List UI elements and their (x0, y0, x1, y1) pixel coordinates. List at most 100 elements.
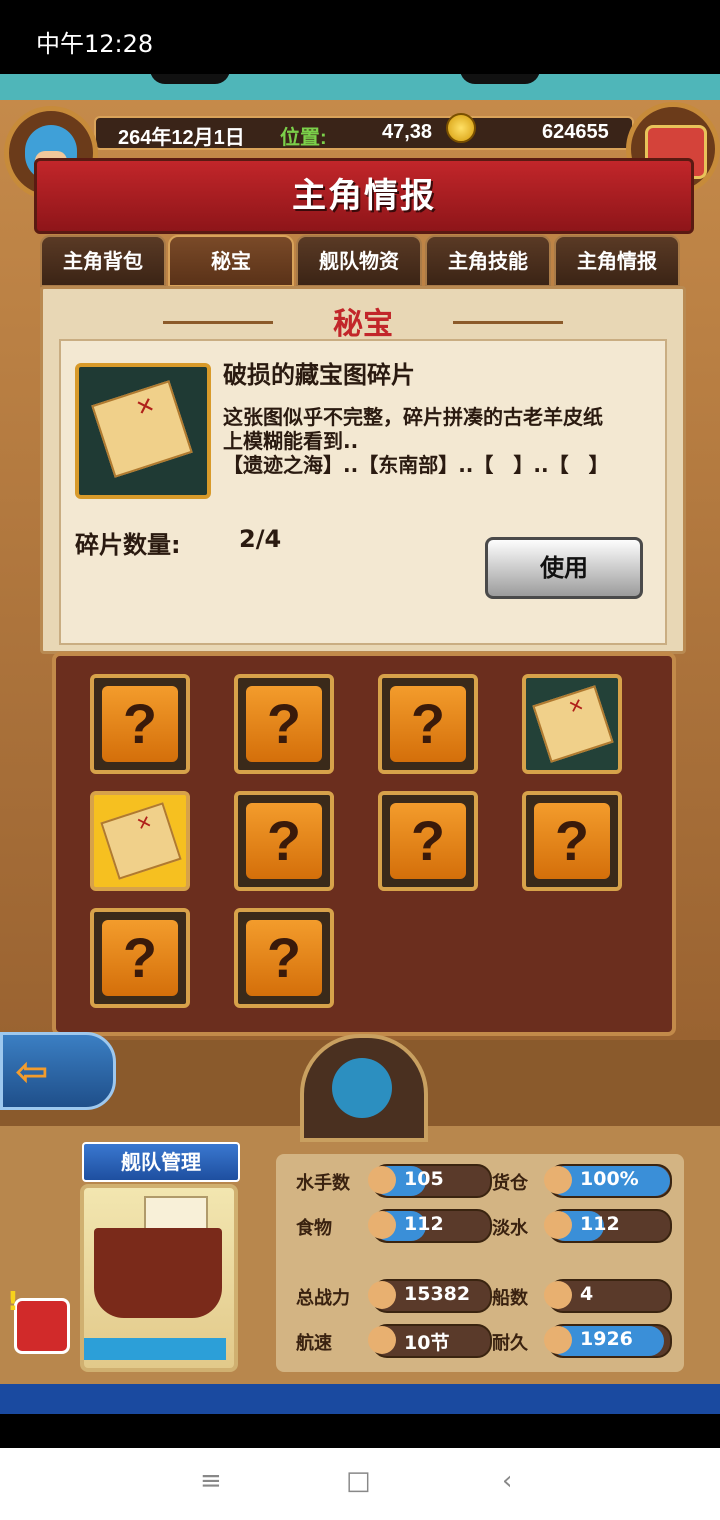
stat-bar: 1926 (544, 1324, 672, 1358)
speed-icon (368, 1326, 396, 1354)
stat-bar: 105 (368, 1164, 492, 1198)
stat-label: 货仓 (492, 1173, 528, 1194)
gold-coin-icon (446, 113, 476, 143)
exclamation-icon: ! (7, 1287, 19, 1317)
question-mark-icon: ? (390, 686, 466, 762)
stat-bar: 112 (368, 1209, 492, 1243)
panel-title: 秘宝 (333, 307, 393, 342)
position-label: 位置: (280, 127, 327, 149)
crossed-swords-icon (368, 1281, 396, 1309)
description-line: 【遗迹之海】..【东南部】..【 】..【 】 (223, 453, 609, 477)
map-fragment-icon: ✕ (75, 363, 211, 499)
back-nav-icon[interactable]: ‹ (502, 1466, 512, 1496)
stat-value: 4 (580, 1283, 594, 1305)
stat-label: 船数 (492, 1288, 528, 1309)
home-icon[interactable]: □ (346, 1466, 371, 1496)
fleet-ship-image[interactable] (80, 1184, 238, 1372)
question-mark-icon: ? (534, 803, 610, 879)
page-title-banner: 主角情报 (34, 158, 694, 234)
fragment-grid: ??? ✕ ✕????? (52, 652, 676, 1036)
stat-value: 15382 (404, 1283, 471, 1305)
info-bar: 264年12月1日 位置: 47,38 624655 (94, 116, 634, 150)
fragment-slot[interactable]: ? (90, 908, 190, 1008)
fragment-count-value: 2/4 (239, 525, 282, 553)
game-screen: 264年12月1日 位置: 47,38 624655 主角情报 主角背包 秘宝 … (0, 74, 720, 1448)
sailor-icon (368, 1166, 396, 1194)
stat-value: 112 (580, 1213, 620, 1235)
use-button[interactable]: 使用 (485, 537, 643, 599)
ship-count-icon (544, 1281, 572, 1309)
stat-bar: 15382 (368, 1279, 492, 1313)
item-detail: ✕ 破损的藏宝图碎片 这张图似乎不完整，碎片拼凑的古老羊皮纸 上模糊能看到.. … (59, 339, 667, 645)
question-mark-icon: ? (102, 920, 178, 996)
map-paper: ✕ (91, 380, 193, 478)
durability-icon (544, 1326, 572, 1354)
stat-bar: 112 (544, 1209, 672, 1243)
stat-value: 100% (580, 1168, 639, 1190)
tab-info[interactable]: 主角情报 (554, 235, 680, 287)
stat-label: 耐久 (492, 1333, 528, 1354)
tab-skills[interactable]: 主角技能 (425, 235, 551, 287)
status-bar: 中午12:28 (0, 0, 720, 74)
ship-helm-button[interactable] (300, 1034, 428, 1142)
tab-treasure[interactable]: 秘宝 (168, 235, 294, 287)
fragment-slot[interactable]: ? (90, 674, 190, 774)
item-description: 这张图似乎不完整，碎片拼凑的古老羊皮纸 上模糊能看到.. 【遗迹之海】..【东南… (223, 405, 653, 477)
quest-alert-button[interactable]: ! (7, 1287, 70, 1354)
stat-label: 航速 (296, 1333, 332, 1354)
stat-value: 105 (404, 1168, 444, 1190)
back-button[interactable]: ⇦ (0, 1032, 116, 1110)
stat-value: 10节 (404, 1332, 450, 1354)
treasure-panel: 秘宝 ✕ 破损的藏宝图碎片 这张图似乎不完整，碎片拼凑的古老羊皮纸 上模糊能看到… (40, 286, 686, 654)
fragment-slot[interactable]: ? (234, 674, 334, 774)
question-mark-icon: ? (102, 686, 178, 762)
ship-icon (332, 1058, 392, 1118)
fleet-management-banner[interactable]: 舰队管理 (82, 1142, 240, 1182)
map-fragment-icon: ✕ (100, 802, 182, 880)
sea-strip (0, 1384, 720, 1414)
question-mark-icon: ? (390, 803, 466, 879)
stat-value: 112 (404, 1213, 444, 1235)
description-line: 上模糊能看到.. (223, 429, 359, 453)
fragment-slot[interactable]: ? (378, 791, 478, 891)
stat-label: 食物 (296, 1218, 332, 1239)
fragment-slot[interactable]: ? (234, 908, 334, 1008)
fragment-slot[interactable]: ? (234, 791, 334, 891)
stat-label: 总战力 (296, 1288, 350, 1309)
game-date: 264年12月1日 (118, 127, 245, 149)
question-mark-icon: ? (246, 920, 322, 996)
fragment-slot[interactable]: ✕ (90, 791, 190, 891)
item-name: 破损的藏宝图碎片 (223, 361, 415, 389)
decor-blob (150, 74, 230, 84)
cargo-icon (544, 1166, 572, 1194)
map-x-mark: ✕ (565, 694, 587, 719)
fragment-slot[interactable]: ? (522, 791, 622, 891)
question-mark-icon: ? (246, 686, 322, 762)
fragment-slot[interactable]: ? (378, 674, 478, 774)
tab-backpack[interactable]: 主角背包 (40, 235, 166, 287)
page-title: 主角情报 (292, 176, 436, 216)
fragment-slot[interactable]: ✕ (522, 674, 622, 774)
map-fragment-icon: ✕ (532, 685, 614, 763)
fleet-stats: 水手数 105 货仓 100% 食物 112 淡水 112 总战力 15382 船数 4 航速 10节 耐久… (276, 1154, 684, 1372)
back-arrow-icon: ⇦ (15, 1049, 49, 1095)
gold-amount: 624655 (542, 121, 609, 143)
description-line: 这张图似乎不完整，碎片拼凑的古老羊皮纸 (223, 405, 603, 429)
water-icon (544, 1211, 572, 1239)
system-nav-bar: ≡ □ ‹ (0, 1448, 720, 1520)
stat-bar: 4 (544, 1279, 672, 1313)
bottom-edge (0, 1414, 720, 1448)
tab-fleet-supplies[interactable]: 舰队物资 (296, 235, 422, 287)
position-value: 47,38 (382, 121, 433, 143)
stat-value: 1926 (580, 1328, 633, 1350)
stat-label: 水手数 (296, 1173, 350, 1194)
decor-blob (460, 74, 540, 84)
sea-waves (84, 1338, 226, 1360)
map-x-mark: ✕ (133, 811, 155, 836)
fragment-count-label: 碎片数量: (75, 531, 181, 559)
stat-label: 淡水 (492, 1218, 528, 1239)
stat-bar: 100% (544, 1164, 672, 1198)
menu-icon[interactable]: ≡ (200, 1466, 222, 1496)
question-mark-icon: ? (246, 803, 322, 879)
ship-hull (94, 1228, 222, 1318)
